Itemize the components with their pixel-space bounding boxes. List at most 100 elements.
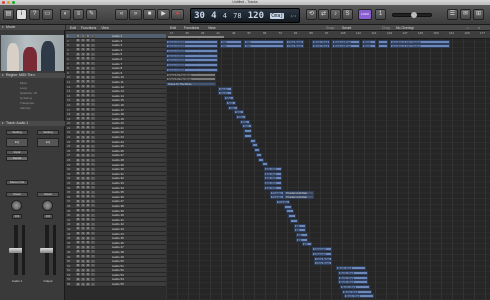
track-button-m[interactable]: M — [76, 218, 80, 222]
track-button-m[interactable]: M — [76, 232, 80, 236]
track-name[interactable]: Audio 19 — [112, 117, 124, 121]
track-button-i[interactable]: I — [91, 126, 95, 130]
track-name[interactable]: Audio 4 — [112, 48, 122, 52]
track-button-r[interactable]: R — [86, 218, 90, 222]
cycle-icon[interactable]: ⟲ — [306, 9, 317, 20]
track-button-i[interactable]: I — [91, 163, 95, 167]
region[interactable]: Chris Brown — [314, 256, 332, 261]
track-button-s[interactable]: S — [81, 167, 85, 171]
track-button-i[interactable]: I — [91, 117, 95, 121]
track-button-s[interactable]: S — [81, 273, 85, 277]
track-button-m[interactable]: M — [76, 52, 80, 56]
track-name[interactable]: Audio 20 — [112, 121, 124, 125]
region[interactable]: James Hetfield — [166, 53, 218, 58]
region[interactable]: Thunder And Rain — [284, 190, 314, 195]
track-button-m[interactable]: M — [76, 241, 80, 245]
track-button-i[interactable]: I — [91, 199, 95, 203]
track-name[interactable]: Audio 48 — [112, 250, 124, 254]
track-name[interactable]: Audio 17 — [112, 108, 124, 112]
track-name[interactable]: Audio 55 — [112, 282, 124, 286]
track-button-i[interactable]: I — [91, 209, 95, 213]
view-menu[interactable]: View — [101, 26, 109, 30]
track-button-r[interactable]: R — [86, 149, 90, 153]
track-button-s[interactable]: S — [81, 241, 85, 245]
track-button-m[interactable]: M — [76, 117, 80, 121]
track-row[interactable]: 55 M S R I Audio 55 — [66, 282, 166, 287]
track-button-s[interactable]: S — [81, 199, 85, 203]
track-button-r[interactable]: R — [86, 186, 90, 190]
region[interactable]: Slim — [224, 96, 234, 101]
track-button-m[interactable]: M — [76, 213, 80, 217]
track-button-i[interactable]: I — [91, 43, 95, 47]
track-name[interactable]: Audio 32 — [112, 176, 124, 180]
region[interactable]: Muzzy Rock — [338, 275, 368, 280]
track-button-m[interactable]: M — [76, 98, 80, 102]
track-button-m[interactable]: M — [76, 75, 80, 79]
region[interactable]: James Hetfield — [166, 44, 218, 49]
track-button-i[interactable]: I — [91, 135, 95, 139]
track-name[interactable]: Audio 10 — [112, 75, 124, 79]
track-name[interactable]: Audio 8 — [112, 66, 122, 70]
region[interactable]: Muzzy Rock — [338, 270, 368, 275]
track-name[interactable]: Audio 52 — [112, 268, 124, 272]
region[interactable] — [378, 39, 388, 44]
track-name[interactable]: Audio 38 — [112, 204, 124, 208]
track-name[interactable]: Audio 1 — [112, 34, 122, 38]
track-name[interactable]: Audio 14 — [112, 94, 124, 98]
track-button-m[interactable]: M — [76, 130, 80, 134]
track-button-s[interactable]: S — [81, 108, 85, 111]
track-button-i[interactable]: I — [91, 232, 95, 236]
record-button[interactable]: ● — [171, 9, 184, 20]
track-button-i[interactable]: I — [91, 130, 95, 134]
track-button-s[interactable]: S — [81, 264, 85, 268]
rewind-button[interactable]: « — [115, 9, 128, 20]
track-button-i[interactable]: I — [91, 108, 95, 111]
track-button-i[interactable]: I — [91, 34, 95, 38]
track-button-s[interactable]: S — [81, 117, 85, 121]
track-button-r[interactable]: R — [86, 117, 90, 121]
track-button-s[interactable]: S — [81, 213, 85, 217]
track-button-i[interactable]: I — [91, 71, 95, 75]
track-button-m[interactable]: M — [76, 186, 80, 190]
track-button-m[interactable]: M — [76, 268, 80, 272]
region[interactable]: Chris Brown — [314, 261, 332, 266]
functions-menu[interactable]: Functions — [81, 26, 96, 30]
track-name[interactable]: Audio 23 — [112, 135, 124, 139]
track-button-m[interactable]: M — [76, 195, 80, 199]
track-button-s[interactable]: S — [81, 209, 85, 213]
track-name[interactable]: Audio 53 — [112, 273, 124, 277]
track-button-i[interactable]: I — [91, 62, 95, 66]
track-button-m[interactable]: M — [76, 163, 80, 167]
track-button-s[interactable]: S — [81, 94, 85, 98]
track-name[interactable]: Audio 44 — [112, 232, 124, 236]
track-button-r[interactable]: R — [86, 75, 90, 79]
track-button-r[interactable]: R — [86, 34, 90, 38]
track-button-s[interactable]: S — [81, 186, 85, 190]
track-button-m[interactable]: M — [76, 85, 80, 89]
region[interactable]: Slim — [228, 105, 238, 110]
region[interactable]: Muzzy Rock — [312, 44, 330, 49]
region[interactable]: Scene To The Movie — [166, 77, 216, 82]
forward-button[interactable]: » — [129, 9, 142, 20]
track-name[interactable]: Audio 2 — [112, 39, 122, 43]
track-button-r[interactable]: R — [86, 232, 90, 236]
track-button-i[interactable]: I — [91, 80, 95, 84]
region[interactable]: Slim — [244, 39, 284, 44]
track-button-i[interactable]: I — [91, 227, 95, 231]
track-header[interactable]: Track: Audio 1 — [0, 121, 65, 126]
track-name[interactable]: Audio 3 — [112, 43, 122, 47]
region[interactable]: Brook — [362, 44, 376, 49]
track-button-r[interactable]: R — [86, 112, 90, 116]
track-button-r[interactable]: R — [86, 167, 90, 171]
track-name[interactable]: Audio 12 — [112, 85, 124, 89]
bar-ruler[interactable]: 17 25 33 41 49 57 65 73 81 89 97 105 113 121 129 137 145… — [166, 31, 490, 39]
track-button-i[interactable]: I — [91, 89, 95, 93]
region[interactable]: Elk — [294, 223, 306, 228]
track-button-m[interactable]: M — [76, 126, 80, 130]
track-button-m[interactable]: M — [76, 176, 80, 180]
track-button-r[interactable]: R — [86, 39, 90, 43]
track-button-r[interactable]: R — [86, 227, 90, 231]
region[interactable] — [244, 129, 252, 134]
track-name[interactable]: Audio 11 — [112, 80, 124, 84]
track-button-i[interactable]: I — [91, 75, 95, 79]
